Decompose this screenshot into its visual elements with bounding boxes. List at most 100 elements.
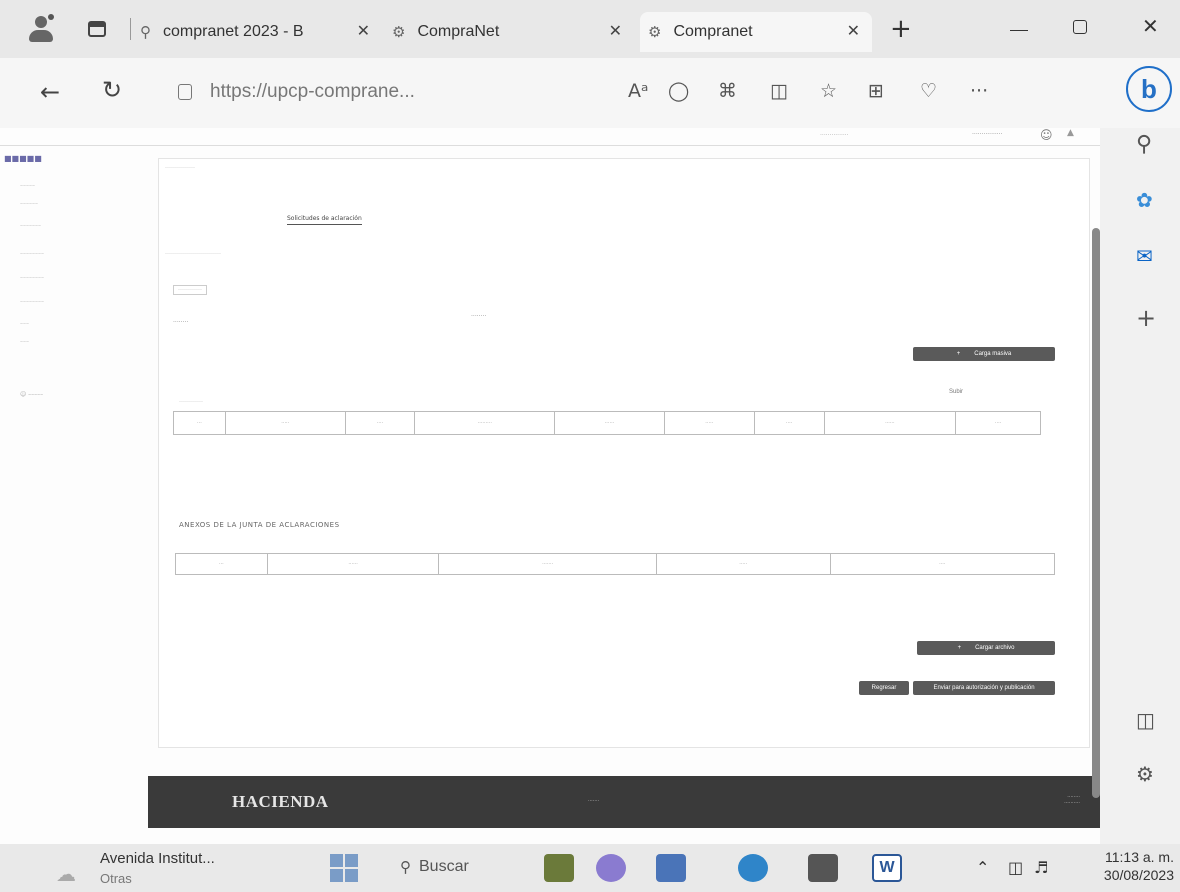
sidebar-item[interactable]: –––: [20, 320, 29, 327]
carga-masiva-button[interactable]: + Carga masiva: [913, 347, 1055, 361]
browser-essentials-icon[interactable]: ♡: [920, 80, 937, 102]
new-tab-button[interactable]: +: [890, 14, 912, 44]
start-button[interactable]: [330, 854, 358, 882]
taskbar-search-label: Buscar: [419, 858, 469, 875]
sidebar-item[interactable]: –––––––: [20, 222, 41, 229]
table-header-cell: ·········: [415, 412, 556, 434]
search-icon[interactable]: ⚲: [1136, 132, 1152, 157]
collections-icon[interactable]: ⊞: [868, 80, 884, 102]
network-icon[interactable]: ◫: [1008, 858, 1023, 877]
browser-tab-compranet[interactable]: ⚙ CompraNet ✕: [392, 12, 630, 52]
split-screen-icon[interactable]: ◫: [770, 80, 788, 102]
weather-widget-title[interactable]: Avenida Institut...: [100, 850, 215, 867]
cargar-archivo-label: Cargar archivo: [975, 645, 1015, 651]
toolbar-separator: [130, 18, 131, 40]
table-header-cell: ······: [555, 412, 665, 434]
browser-tab-active[interactable]: ⚙ Compranet ✕: [640, 12, 872, 52]
cargar-archivo-button[interactable]: + Cargar archivo: [917, 641, 1055, 655]
enviar-autorizacion-label: Enviar para autorización y publicación: [933, 685, 1035, 691]
tab-label: compranet 2023 - B: [163, 23, 304, 40]
volume-icon[interactable]: ♬: [1034, 858, 1048, 877]
table-header-cell: ·····: [665, 412, 755, 434]
browser-title-bar: ⚲ compranet 2023 - B ✕ ⚙ CompraNet ✕ ⚙ C…: [0, 0, 1180, 58]
enviar-autorizacion-button[interactable]: Enviar para autorización y publicación: [913, 681, 1055, 695]
sidebar-item[interactable]: ––––––––: [20, 250, 44, 257]
user-avatar-icon[interactable]: ☺: [1040, 128, 1053, 142]
breadcrumb: ···············: [165, 165, 195, 171]
main-content-panel: ··············· Solicitudes de aclaració…: [158, 158, 1090, 748]
gear-icon: ⚙: [648, 24, 662, 41]
tab-actions-icon[interactable]: [88, 21, 106, 37]
table-header-cell: ····: [346, 412, 416, 434]
footer-copyright: ·······: [588, 798, 600, 804]
file-explorer-icon[interactable]: [544, 854, 574, 882]
sidebar-item[interactable]: ––––––––: [20, 298, 44, 305]
sidebar-item[interactable]: ––––––: [20, 200, 38, 207]
weather-icon[interactable]: ☁: [56, 862, 76, 886]
minimize-button[interactable]: [1010, 30, 1028, 31]
read-aloud-icon[interactable]: Aᵃ: [628, 80, 648, 102]
site-footer: HACIENDA ······· ········ ··········: [148, 776, 1100, 828]
clock-date: 30/08/2023: [1103, 867, 1174, 883]
close-window-button[interactable]: ✕: [1142, 14, 1159, 38]
extensions-icon[interactable]: ⌘: [718, 80, 737, 102]
word-icon[interactable]: W: [872, 854, 902, 882]
system-clock[interactable]: 11:13 a. m. 30/08/2023: [1088, 848, 1174, 884]
address-bar[interactable]: https://upcp-comprane...: [178, 72, 618, 112]
browser-tab-search[interactable]: ⚲ compranet 2023 - B ✕: [140, 12, 378, 52]
edge-sidebar: ⚲ ✿ ✉ + ◫ ⚙: [1100, 128, 1180, 844]
more-icon[interactable]: ···: [970, 80, 988, 102]
sidebar-item[interactable]: ––––––––: [20, 274, 44, 281]
url-text[interactable]: https://upcp-comprane...: [210, 81, 415, 103]
site-logo[interactable]: ■■■■■: [4, 154, 42, 163]
windows-taskbar: ☁ Avenida Institut... Otras ⚲ Buscar W ⌃…: [0, 844, 1180, 892]
table-header-cell: ······: [268, 554, 440, 574]
regresar-button[interactable]: Regresar: [859, 681, 909, 695]
sidebar-item[interactable]: –––: [20, 338, 29, 345]
settings-icon[interactable]: ⚙: [1136, 762, 1154, 786]
site-header-strip: ··············· ················ ☺: [0, 128, 1100, 146]
search-icon: ⚲: [400, 859, 411, 876]
refresh-icon[interactable]: ↻: [102, 76, 122, 104]
tab-label: Compranet: [673, 23, 753, 40]
address-toolbar: ← ↻ https://upcp-comprane... Aᵃ ◯ ⌘ ◫ ☆ …: [0, 58, 1180, 128]
outlook-icon[interactable]: ✉: [1136, 244, 1153, 268]
footer-links[interactable]: ········ ··········: [1064, 794, 1080, 806]
edge-icon[interactable]: [738, 854, 768, 882]
app-icon[interactable]: [656, 854, 686, 882]
close-icon[interactable]: ✕: [609, 21, 622, 41]
store-icon[interactable]: [808, 854, 838, 882]
add-icon[interactable]: +: [1136, 304, 1156, 332]
copilot-icon[interactable]: ✿: [1136, 188, 1153, 212]
sidebar-toggle-icon[interactable]: ◫: [1136, 708, 1155, 732]
back-arrow-icon[interactable]: ←: [40, 78, 60, 106]
table-header-cell: ······: [825, 412, 957, 434]
profile-avatar-icon[interactable]: [26, 14, 56, 44]
chat-icon[interactable]: [596, 854, 626, 882]
scroll-up-icon[interactable]: ▲: [1067, 128, 1074, 138]
search-icon: ⚲: [140, 24, 151, 41]
restore-button[interactable]: [1073, 20, 1087, 34]
chevron-up-icon[interactable]: ⌃: [976, 858, 989, 877]
header-user-name: ················: [972, 131, 1003, 138]
close-icon[interactable]: ✕: [847, 21, 860, 41]
close-icon[interactable]: ✕: [357, 21, 370, 41]
sidebar-item[interactable]: –––––: [20, 182, 35, 189]
solicitudes-table-header: ··· ····· ···· ········· ······ ····· ··…: [173, 411, 1041, 435]
tab-solicitudes-aclaracion[interactable]: Solicitudes de aclaración: [287, 215, 362, 225]
regresar-label: Regresar: [871, 685, 897, 691]
favorites-icon[interactable]: ☆: [820, 80, 837, 102]
tracking-icon[interactable]: ◯: [668, 80, 689, 102]
weather-widget-sub[interactable]: Otras: [100, 871, 132, 886]
page-scrollbar[interactable]: [1092, 228, 1100, 798]
taskbar-search[interactable]: ⚲ Buscar: [400, 858, 469, 876]
gear-icon: ⚙: [392, 24, 406, 41]
bing-copilot-icon[interactable]: b: [1126, 66, 1172, 112]
table-header-cell: ····: [939, 561, 946, 567]
table-header-cell: ···: [174, 412, 226, 434]
table-header-cell: ····: [994, 420, 1002, 426]
plus-icon: +: [957, 645, 962, 651]
lock-icon[interactable]: [178, 84, 192, 100]
field-value-right: ········: [471, 313, 487, 320]
subir-link[interactable]: Subir: [949, 389, 963, 395]
